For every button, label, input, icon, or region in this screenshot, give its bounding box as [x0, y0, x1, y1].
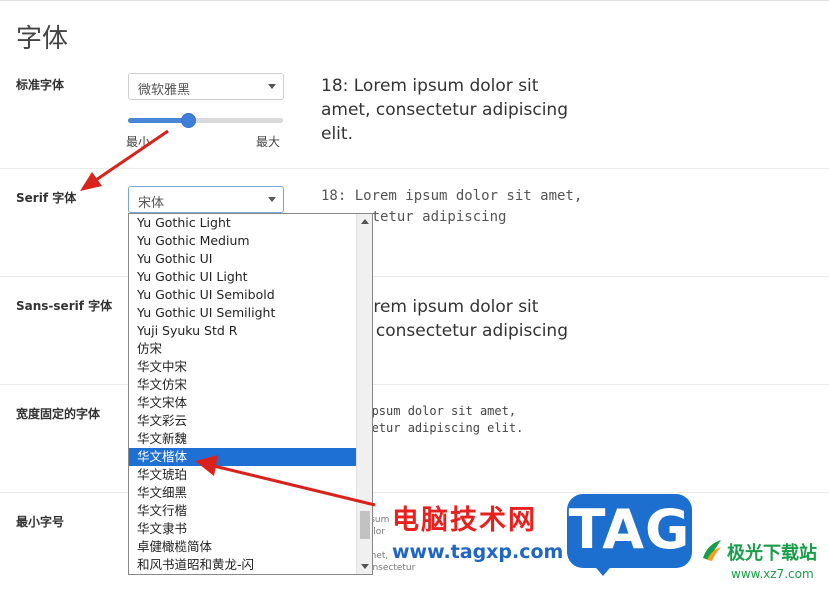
serif-font-select[interactable]: 宋体: [128, 186, 284, 213]
font-option[interactable]: Yu Gothic UI Semibold: [129, 286, 357, 304]
font-size-slider[interactable]: [128, 113, 283, 128]
tag-logo-text: TAG: [568, 498, 691, 561]
tag-logo: TAG: [567, 494, 692, 576]
sans-serif-font-label: Sans-serif 字体: [16, 299, 113, 313]
font-option[interactable]: 华文行楷: [129, 502, 357, 520]
scrollbar-thumb[interactable]: [360, 511, 370, 539]
page-title: 字体: [16, 24, 69, 54]
slider-thumb[interactable]: [181, 113, 197, 128]
slider-fill: [128, 118, 189, 123]
standard-font-label: 标准字体: [16, 78, 65, 92]
section-divider: [0, 168, 829, 169]
font-option[interactable]: 华文隶书: [129, 520, 357, 538]
font-option[interactable]: 华文中宋: [129, 358, 357, 376]
font-option[interactable]: 华文仿宋: [129, 376, 357, 394]
font-option[interactable]: 华文彩云: [129, 412, 357, 430]
dropdown-list: Yu Gothic Light Yu Gothic Medium Yu Gothic…: [129, 214, 357, 574]
top-border: [0, 0, 829, 3]
chevron-down-icon: [268, 84, 276, 89]
font-option[interactable]: 华文琥珀: [129, 466, 357, 484]
font-option[interactable]: Yu Gothic Light: [129, 214, 357, 232]
font-option[interactable]: 仿宋: [129, 340, 357, 358]
arrow-down-icon[interactable]: [361, 564, 369, 569]
watermark-site-url: www.tagxp.com: [392, 541, 564, 563]
font-option[interactable]: 华文细黑: [129, 484, 357, 502]
watermark-site2-url: www.xz7.com: [731, 567, 814, 581]
font-option[interactable]: Yu Gothic Medium: [129, 232, 357, 250]
font-option[interactable]: 和风书道昭和黄龙-闪: [129, 556, 357, 574]
watermark-site-name: 电脑技术网: [392, 505, 537, 536]
serif-font-dropdown[interactable]: Yu Gothic Light Yu Gothic Medium Yu Gothic…: [128, 213, 373, 575]
watermark-site2-name: 极光下载站: [727, 543, 817, 564]
standard-font-preview: 18: Lorem ipsum dolor sit amet, consecte…: [321, 76, 568, 144]
serif-font-value: 宋体: [138, 196, 165, 211]
fixed-width-font-label: 宽度固定的字体: [16, 407, 101, 421]
chevron-down-icon: [268, 197, 276, 202]
slider-max-label: 最大: [256, 135, 281, 149]
font-option[interactable]: Yu Gothic UI Semilight: [129, 304, 357, 322]
standard-font-select[interactable]: 微软雅黑: [128, 73, 284, 100]
dropdown-scrollbar[interactable]: [356, 214, 372, 574]
section-divider: [0, 384, 829, 385]
tag-logo-tail: [591, 562, 615, 576]
section-divider: [0, 492, 829, 493]
serif-font-label: Serif 字体: [16, 191, 77, 205]
font-option[interactable]: 华文楷体: [129, 448, 357, 466]
font-option[interactable]: 华文新魏: [129, 430, 357, 448]
section-divider: [0, 276, 829, 277]
slider-min-label: 最小: [126, 135, 151, 149]
font-option[interactable]: 卓健橄榄简体: [129, 538, 357, 556]
font-option[interactable]: Yu Gothic UI Light: [129, 268, 357, 286]
aurora-logo-icon: [703, 540, 721, 561]
font-option[interactable]: 华文宋体: [129, 394, 357, 412]
min-size-label: 最小字号: [16, 515, 65, 529]
annotation-arrow-serif: [80, 129, 169, 191]
standard-font-value: 微软雅黑: [138, 83, 191, 98]
font-option[interactable]: Yuji Syuku Std R: [129, 322, 357, 340]
font-option[interactable]: Yu Gothic UI: [129, 250, 357, 268]
arrow-up-icon[interactable]: [361, 219, 369, 224]
